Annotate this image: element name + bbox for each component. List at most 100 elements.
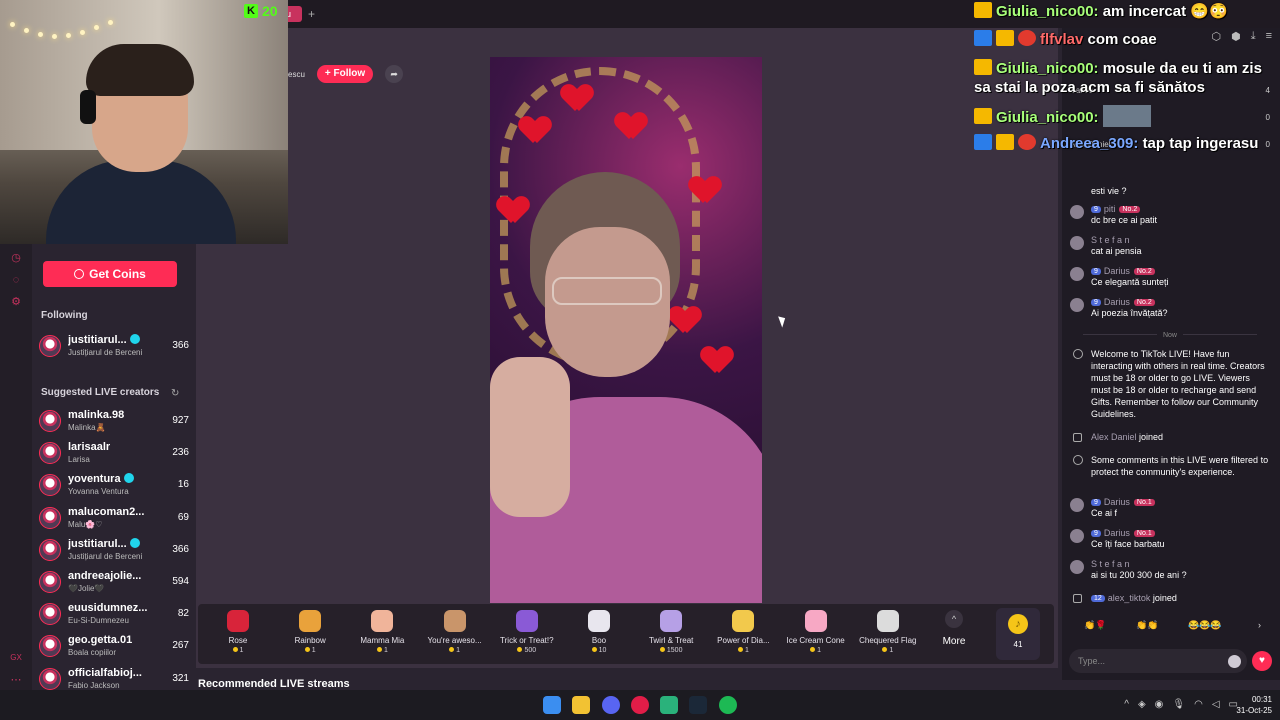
chat-username[interactable]: S t e f a n xyxy=(1091,559,1130,569)
creator-name-text: officialfabioj... xyxy=(68,666,142,679)
overlay-message: Andreea_309: tap tap ingerasu xyxy=(974,134,1274,153)
chat-username[interactable]: Darius xyxy=(1104,528,1130,538)
live-video[interactable] xyxy=(490,57,762,603)
file-explorer-icon[interactable] xyxy=(572,696,590,714)
verified-icon xyxy=(123,473,134,484)
microphone-icon[interactable]: 🎙 xyxy=(1172,699,1185,710)
chevron-right-icon[interactable]: › xyxy=(1258,620,1261,630)
discord-tray-icon[interactable]: ◉ xyxy=(1155,699,1164,710)
avatar xyxy=(39,603,61,626)
chat-username[interactable]: Darius xyxy=(1104,266,1130,276)
now-divider: Now xyxy=(1070,332,1270,339)
quick-reaction[interactable]: 👏🌹 xyxy=(1084,620,1106,631)
creator-item[interactable]: malucoman2... Malu🌸♡ 69 xyxy=(39,505,189,533)
creator-item[interactable]: larisaalr Larisa 236 xyxy=(39,440,189,468)
discord-icon[interactable] xyxy=(602,696,620,714)
join-user[interactable]: Alex Daniel xyxy=(1091,432,1137,442)
screen: u + escu + Follow ➦ Rose 1 Rainbow 1 Mamma xyxy=(0,0,1280,720)
chat-username[interactable]: S t e f a n xyxy=(1091,235,1130,245)
heart-decoration xyxy=(702,347,732,373)
gift-item[interactable]: Boo 10 xyxy=(563,608,635,662)
verified-icon xyxy=(129,334,140,344)
app-icon[interactable] xyxy=(660,696,678,714)
gift-item[interactable]: Trick or Treat!? 500 xyxy=(491,608,563,662)
avatar[interactable] xyxy=(1070,236,1084,250)
viewer-count: 82 xyxy=(177,608,189,620)
creator-item[interactable]: justitiarul... Justițiarul de Berceni 366 xyxy=(39,333,189,361)
new-tab-button[interactable]: + xyxy=(308,6,322,22)
like-heart-button[interactable]: ♥ xyxy=(1252,651,1272,671)
gift-item[interactable]: Mamma Mia 1 xyxy=(346,608,418,662)
gift-item[interactable]: You're aweso... 1 xyxy=(419,608,491,662)
chevron-up-icon[interactable]: ^ xyxy=(1124,699,1129,710)
creator-item[interactable]: andreeajolie... 🖤Jolie🖤 594 xyxy=(39,569,189,597)
clock-icon[interactable]: ◷ xyxy=(10,252,22,264)
spotify-icon[interactable] xyxy=(719,696,737,714)
steam-icon[interactable] xyxy=(689,696,707,714)
windows-start-icon[interactable] xyxy=(543,696,561,714)
gift-item[interactable]: Rose 1 xyxy=(202,608,274,662)
gift-price: 10 xyxy=(563,647,635,654)
stream-chat-overlay: Giulia_nico00: am incercat 😁😳 flfvlav co… xyxy=(974,0,1274,175)
chat-text: Ce elegantă sunteți xyxy=(1091,277,1169,287)
kick-logo-icon: K xyxy=(244,4,258,18)
messenger-icon[interactable]: ◌ xyxy=(10,274,22,286)
more-dots-icon[interactable]: ⋯ xyxy=(10,674,22,686)
coin-balance-button[interactable]: ♪ 41 xyxy=(996,608,1040,660)
creator-item[interactable]: geo.getta.01 Boala copiilor 267 xyxy=(39,633,189,661)
quick-reaction[interactable]: 👏👏 xyxy=(1136,620,1158,631)
gift-item[interactable]: Rainbow 1 xyxy=(274,608,346,662)
settings-icon[interactable]: ⚙ xyxy=(10,296,22,308)
gift-name: Twirl & Treat xyxy=(648,636,694,645)
creator-name: officialfabioj... xyxy=(68,667,158,679)
avatar[interactable] xyxy=(1070,560,1084,574)
viewer-count: 366 xyxy=(172,340,189,351)
avatar xyxy=(39,635,61,658)
gift-icon xyxy=(732,610,755,632)
creator-name: malinka.98 xyxy=(68,409,158,421)
creator-name-text: justitiarul... xyxy=(68,537,127,550)
overlay-message: Giulia_nico00: xyxy=(974,105,1274,127)
chat-username[interactable]: Darius xyxy=(1104,497,1130,507)
avatar xyxy=(39,538,61,561)
gx-icon[interactable]: GX xyxy=(10,652,22,664)
creator-item[interactable]: yoventura Yovanna Ventura 16 xyxy=(39,472,189,500)
gift-name: Rainbow xyxy=(294,636,326,645)
avatar[interactable] xyxy=(1070,267,1084,281)
opera-gx-icon[interactable] xyxy=(631,696,649,714)
host-name[interactable]: escu xyxy=(288,70,305,79)
join-user[interactable]: alex_tiktok xyxy=(1108,593,1151,603)
join-icon xyxy=(1073,433,1082,442)
network-icon[interactable]: ◈ xyxy=(1138,699,1146,710)
avatar[interactable] xyxy=(1070,298,1084,312)
refresh-icon[interactable]: ↻ xyxy=(171,388,179,399)
share-icon[interactable]: ➦ xyxy=(385,65,404,83)
crown-icon xyxy=(974,59,992,75)
emoji-icon[interactable] xyxy=(1228,655,1241,668)
taskbar-clock[interactable]: 00:31 31-Oct-25 xyxy=(1236,694,1272,716)
creator-item[interactable]: malinka.98 Malinka🧸 927 xyxy=(39,408,189,436)
get-coins-button[interactable]: Get Coins xyxy=(43,261,177,287)
avatar[interactable] xyxy=(1070,498,1084,512)
creator-item[interactable]: justitiarul... Justițiarul de Berceni 366 xyxy=(39,537,189,565)
avatar[interactable] xyxy=(1070,529,1084,543)
gift-item[interactable]: Twirl & Treat 1500 xyxy=(635,608,707,662)
avatar xyxy=(39,335,61,357)
wifi-icon[interactable]: ◠ xyxy=(1194,699,1203,710)
follow-button[interactable]: + Follow xyxy=(316,65,374,83)
volume-icon[interactable]: ◁ xyxy=(1212,699,1220,710)
recommended-heading: Recommended LIVE streams xyxy=(198,678,350,690)
chat-username[interactable]: piti xyxy=(1104,204,1116,214)
chat-username[interactable]: Darius xyxy=(1104,297,1130,307)
more-gifts-button[interactable]: ^ More xyxy=(940,610,968,647)
gift-item[interactable]: Ice Cream Cone 1 xyxy=(780,608,852,662)
gift-item[interactable]: Chequered Flag 1 xyxy=(852,608,924,662)
chat-input[interactable]: Type... xyxy=(1069,649,1247,673)
avatar[interactable] xyxy=(1070,205,1084,219)
creator-name: malucoman2... xyxy=(68,506,158,518)
chat-text: dc bre ce ai patit xyxy=(1091,215,1158,225)
quick-reaction[interactable]: 😂😂😂 xyxy=(1188,620,1222,631)
creator-name: justitiarul... xyxy=(68,334,158,346)
gift-item[interactable]: Power of Dia... 1 xyxy=(707,608,779,662)
creator-item[interactable]: euusidumnez... Eu-Si-Dumnezeu 82 xyxy=(39,601,189,629)
